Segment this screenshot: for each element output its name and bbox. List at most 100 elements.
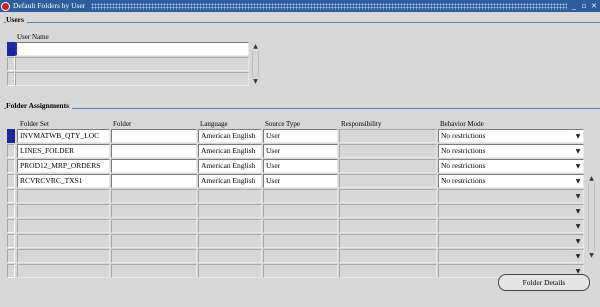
dropdown-arrow-icon[interactable]: ▼ bbox=[574, 207, 582, 216]
responsibility-field[interactable] bbox=[339, 144, 437, 158]
dropdown-arrow-icon[interactable]: ▼ bbox=[574, 222, 582, 231]
scroll-down-icon[interactable]: ▼ bbox=[587, 251, 596, 260]
source-type-field[interactable] bbox=[263, 219, 338, 233]
folder-field[interactable] bbox=[111, 219, 197, 233]
responsibility-field[interactable] bbox=[339, 189, 437, 203]
behavior-mode-select[interactable]: ▼ bbox=[438, 204, 584, 218]
folder-field[interactable] bbox=[111, 204, 197, 218]
behavior-mode-select[interactable]: ▼ bbox=[438, 234, 584, 248]
language-field[interactable]: American English bbox=[198, 129, 262, 143]
source-type-field[interactable]: User bbox=[263, 159, 338, 173]
dropdown-arrow-icon[interactable]: ▼ bbox=[574, 162, 582, 171]
folder-set-field[interactable]: RCVRCVRC_TXS1 bbox=[17, 174, 110, 188]
behavior-mode-select[interactable]: No restrictions ▼ bbox=[438, 129, 584, 143]
folder-row-indicator[interactable] bbox=[7, 264, 15, 278]
folder-row-indicator[interactable] bbox=[7, 204, 15, 218]
folder-row-indicator[interactable] bbox=[7, 189, 15, 203]
responsibility-field[interactable] bbox=[339, 219, 437, 233]
language-field[interactable] bbox=[198, 264, 262, 278]
dropdown-arrow-icon[interactable]: ▼ bbox=[574, 132, 582, 141]
behavior-mode-select[interactable]: ▼ bbox=[438, 249, 584, 263]
responsibility-field[interactable] bbox=[339, 204, 437, 218]
users-scrollbar[interactable]: ▲ ▼ bbox=[251, 42, 260, 86]
behavior-mode-select[interactable]: ▼ bbox=[438, 189, 584, 203]
dropdown-arrow-icon[interactable]: ▼ bbox=[574, 192, 582, 201]
folder-row-indicator[interactable] bbox=[7, 144, 15, 158]
folder-field[interactable] bbox=[111, 249, 197, 263]
folder-set-field[interactable]: PROD12_MRP_ORDERS bbox=[17, 159, 110, 173]
dropdown-arrow-icon[interactable]: ▼ bbox=[574, 177, 582, 186]
language-field[interactable] bbox=[198, 204, 262, 218]
language-field-value: American English bbox=[201, 161, 256, 170]
language-field[interactable]: American English bbox=[198, 159, 262, 173]
folder-field[interactable] bbox=[111, 144, 197, 158]
folder-set-field[interactable] bbox=[17, 234, 110, 248]
user-row-indicator[interactable] bbox=[7, 42, 15, 56]
language-field[interactable] bbox=[198, 219, 262, 233]
folder-row-indicator[interactable] bbox=[7, 234, 15, 248]
behavior-mode-select[interactable]: No restrictions ▼ bbox=[438, 144, 584, 158]
behavior-mode-select[interactable]: No restrictions ▼ bbox=[438, 159, 584, 173]
source-type-field[interactable] bbox=[263, 264, 338, 278]
folder-field[interactable] bbox=[111, 174, 197, 188]
user-name-field[interactable] bbox=[15, 42, 249, 56]
dropdown-arrow-icon[interactable]: ▼ bbox=[574, 237, 582, 246]
source-type-field[interactable]: User bbox=[263, 144, 338, 158]
responsibility-field[interactable] bbox=[339, 129, 437, 143]
folder-set-field[interactable] bbox=[17, 189, 110, 203]
scroll-track[interactable] bbox=[588, 183, 595, 251]
behavior-mode-select[interactable]: ▼ bbox=[438, 219, 584, 233]
responsibility-field[interactable] bbox=[339, 249, 437, 263]
folder-assignments-scrollbar[interactable]: ▲ ▼ bbox=[587, 174, 596, 260]
source-type-field[interactable] bbox=[263, 234, 338, 248]
folder-field[interactable] bbox=[111, 159, 197, 173]
scroll-down-icon[interactable]: ▼ bbox=[251, 77, 260, 86]
folder-set-field[interactable] bbox=[17, 249, 110, 263]
language-field[interactable]: American English bbox=[198, 144, 262, 158]
behavior-mode-select[interactable]: No restrictions ▼ bbox=[438, 174, 584, 188]
user-row-indicator[interactable] bbox=[7, 57, 15, 71]
scroll-up-icon[interactable]: ▲ bbox=[251, 42, 260, 51]
language-field[interactable] bbox=[198, 189, 262, 203]
folder-set-field[interactable] bbox=[17, 204, 110, 218]
language-field[interactable] bbox=[198, 249, 262, 263]
maximize-icon[interactable]: ▫ bbox=[580, 2, 588, 10]
minimize-icon[interactable]: _ bbox=[570, 2, 578, 10]
dropdown-arrow-icon[interactable]: ▼ bbox=[574, 252, 582, 261]
folder-field[interactable] bbox=[111, 234, 197, 248]
responsibility-field[interactable] bbox=[339, 264, 437, 278]
folder-row-indicator[interactable] bbox=[7, 174, 15, 188]
folder-field[interactable] bbox=[111, 189, 197, 203]
users-section-label: Users bbox=[6, 15, 27, 24]
folder-set-field[interactable]: LINES_FOLDER bbox=[17, 144, 110, 158]
folder-set-field[interactable] bbox=[17, 219, 110, 233]
folder-field[interactable] bbox=[111, 129, 197, 143]
language-field[interactable] bbox=[198, 234, 262, 248]
folder-set-field[interactable] bbox=[17, 264, 110, 278]
folder-row-indicator[interactable] bbox=[7, 159, 15, 173]
scroll-up-icon[interactable]: ▲ bbox=[587, 174, 596, 183]
source-type-field[interactable]: User bbox=[263, 174, 338, 188]
source-type-field[interactable]: User bbox=[263, 129, 338, 143]
close-icon[interactable]: ✕ bbox=[590, 2, 598, 10]
responsibility-field[interactable] bbox=[339, 174, 437, 188]
user-name-field[interactable] bbox=[15, 72, 249, 86]
source-type-field[interactable] bbox=[263, 249, 338, 263]
source-type-field[interactable] bbox=[263, 204, 338, 218]
user-row-indicator[interactable] bbox=[7, 72, 15, 86]
dropdown-arrow-icon[interactable]: ▼ bbox=[574, 147, 582, 156]
folder-row-indicator[interactable] bbox=[7, 219, 15, 233]
users-section-divider bbox=[4, 22, 600, 23]
folder-set-field-value: INVMATWB_QTY_LOC bbox=[20, 131, 100, 140]
folder-set-field[interactable]: INVMATWB_QTY_LOC bbox=[17, 129, 110, 143]
scroll-track[interactable] bbox=[252, 51, 259, 77]
language-field[interactable]: American English bbox=[198, 174, 262, 188]
responsibility-field[interactable] bbox=[339, 159, 437, 173]
folder-field[interactable] bbox=[111, 264, 197, 278]
folder-row-indicator[interactable] bbox=[7, 129, 15, 143]
source-type-field[interactable] bbox=[263, 189, 338, 203]
folder-details-button[interactable]: Folder Details bbox=[498, 274, 590, 291]
responsibility-field[interactable] bbox=[339, 234, 437, 248]
user-name-field[interactable] bbox=[15, 57, 249, 71]
folder-row-indicator[interactable] bbox=[7, 249, 15, 263]
